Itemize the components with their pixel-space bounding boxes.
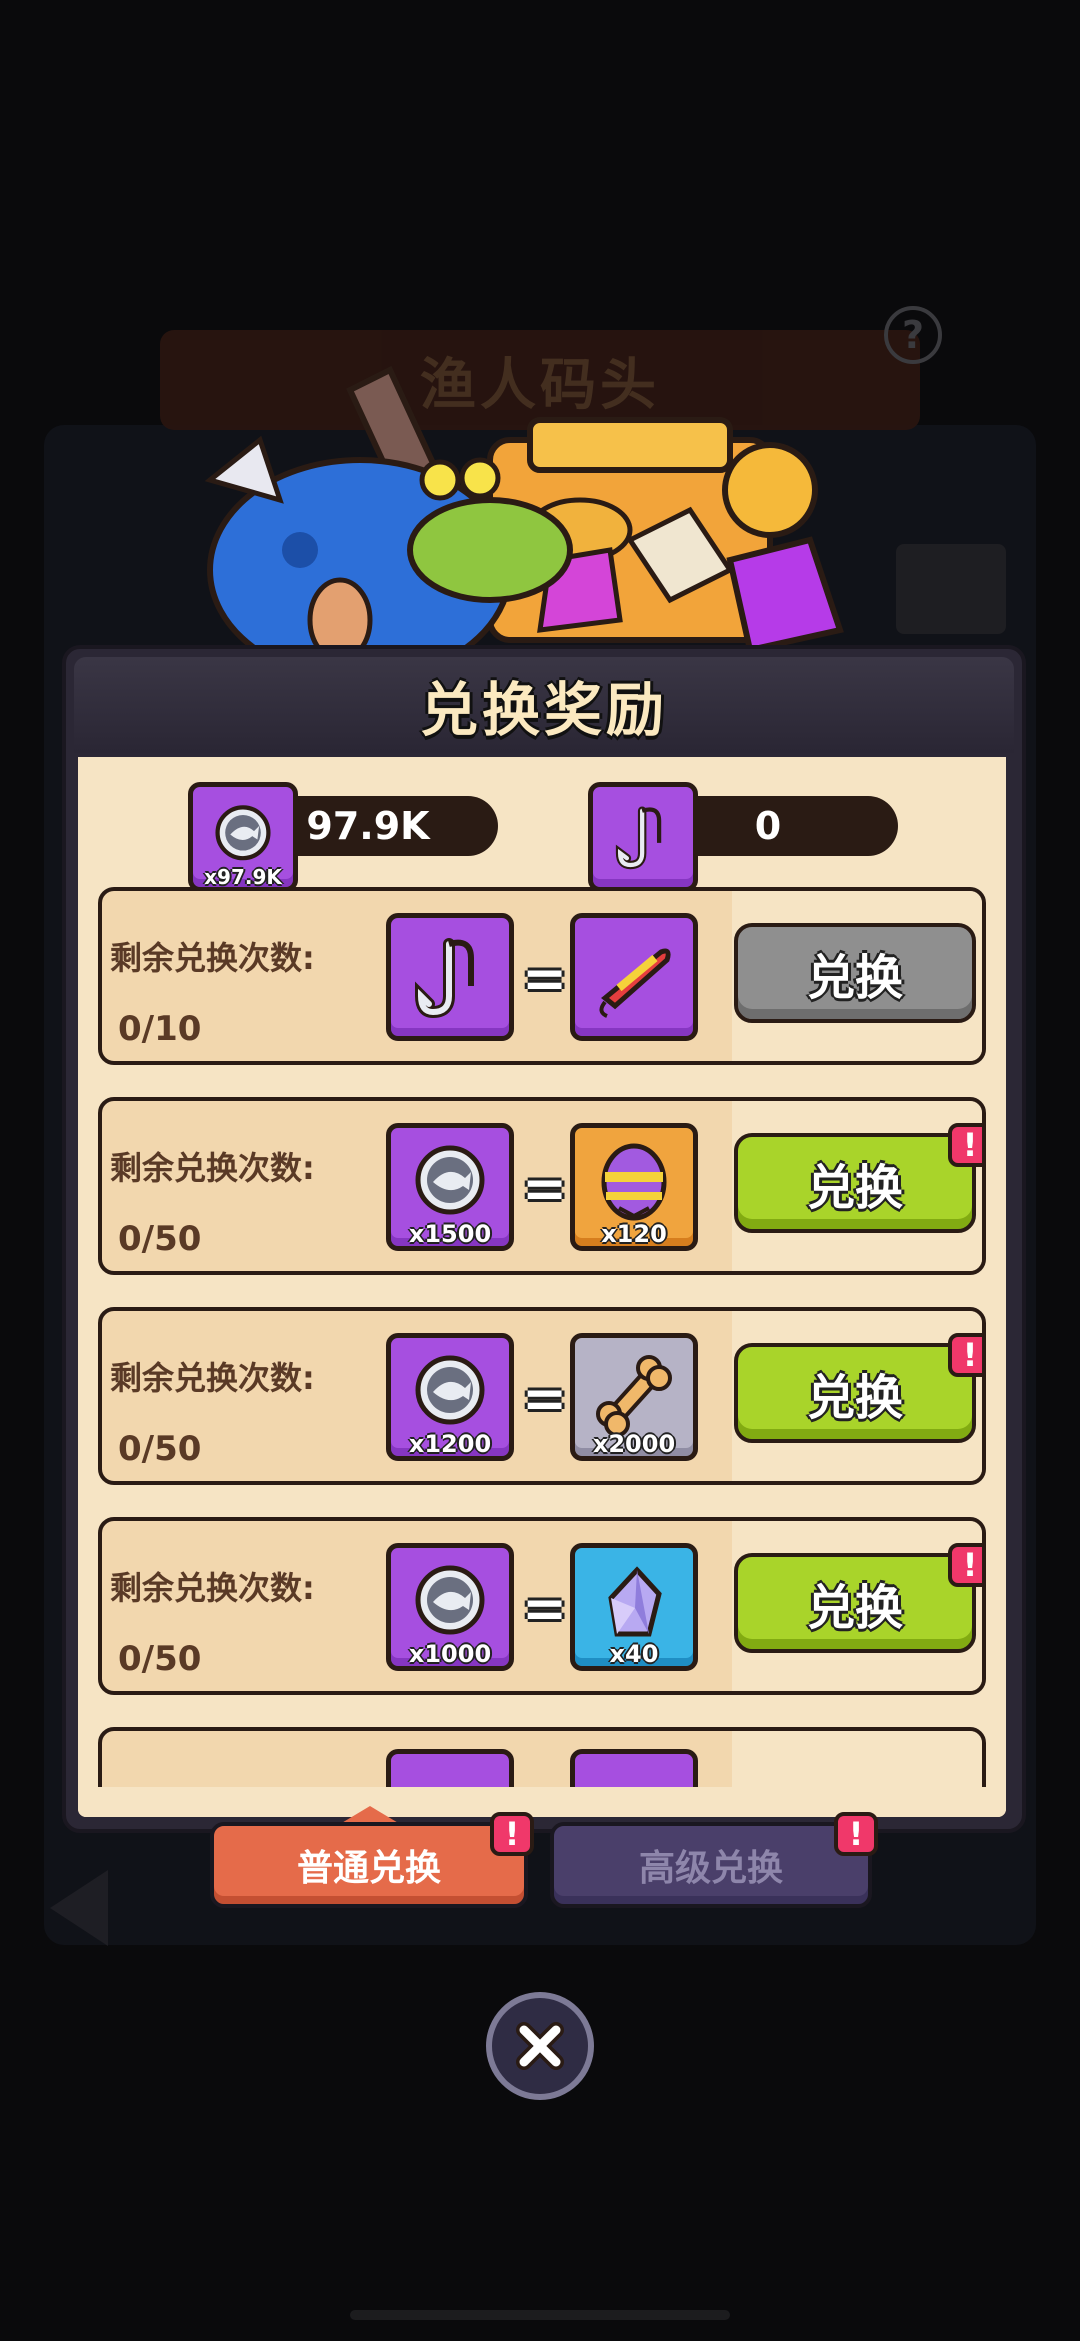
dialog-body: 97.9K x97.9K 0 剩余兑换次数: 0/10 = 兑换 剩余兑换次数:…	[78, 757, 1006, 1817]
treasure-illustration	[204, 365, 844, 660]
dialog-header: 兑换奖励	[74, 657, 1014, 753]
crystal-icon: x40	[570, 1543, 698, 1671]
fish-coin-icon: x1200	[386, 1333, 514, 1461]
striped-egg-icon: x120	[570, 1123, 698, 1251]
bone-icon: x2000	[570, 1333, 698, 1461]
exchange-dialog: 兑换奖励 97.9K x97.9K 0 剩余兑换次数: 0/10 = 兑换 剩余…	[62, 645, 1026, 1833]
alert-badge-icon: !	[490, 1812, 534, 1856]
tab-normal-exchange[interactable]: 普通兑换	[210, 1822, 528, 1908]
close-button[interactable]	[486, 1992, 594, 2100]
exchange-row-bone: 剩余兑换次数: 0/50 x1200 = x2000 兑换 !	[98, 1307, 986, 1485]
alert-badge-icon: !	[948, 1333, 982, 1377]
remaining-label: 剩余兑换次数:	[110, 1149, 315, 1187]
equals-sign: =	[522, 947, 568, 1010]
fishing-hook-icon	[588, 782, 698, 892]
fish-coin-icon: x97.9K	[188, 782, 298, 892]
fish-coin-icon: x1500	[386, 1123, 514, 1251]
cost-qty: x1500	[408, 1220, 492, 1248]
left-arrow-icon	[50, 1870, 108, 1946]
exchange-button[interactable]: 兑换	[734, 1553, 976, 1653]
help-icon: ?	[884, 306, 942, 364]
exchange-button[interactable]: 兑换	[734, 1343, 976, 1443]
fishing-lure-icon	[570, 913, 698, 1041]
exchange-row-egg: 剩余兑换次数: 0/50 x1500 = x120 兑换 !	[98, 1097, 986, 1275]
fishing-hook-icon	[386, 913, 514, 1041]
fish-coin-currency: 97.9K x97.9K	[188, 782, 508, 892]
close-icon	[516, 2022, 564, 2070]
hook-currency: 0	[588, 782, 908, 892]
alert-badge-icon: !	[834, 1812, 878, 1856]
exchange-row-crystal: 剩余兑换次数: 0/50 x1000 = x40 兑换 !	[98, 1517, 986, 1695]
dialog-title: 兑换奖励	[419, 676, 668, 744]
remaining-count: 0/50	[118, 1219, 202, 1259]
exchange-button-disabled[interactable]: 兑换	[734, 923, 976, 1023]
remaining-label: 剩余兑换次数:	[110, 1359, 315, 1397]
reward-qty: x2000	[592, 1430, 676, 1458]
fish-coin-badge-qty: x97.9K	[204, 865, 282, 889]
remaining-count: 0/10	[118, 1009, 202, 1049]
alert-badge-icon: !	[948, 1543, 982, 1587]
reward-qty: x120	[601, 1220, 667, 1248]
exchange-button[interactable]: 兑换	[734, 1133, 976, 1233]
remaining-count: 0/50	[118, 1639, 202, 1679]
remaining-count: 0/50	[118, 1429, 202, 1469]
remaining-label: 剩余兑换次数:	[110, 1569, 315, 1607]
cost-qty: x1000	[408, 1640, 492, 1668]
alert-badge-icon: !	[948, 1123, 982, 1167]
exchange-row-hook: 剩余兑换次数: 0/10 = 兑换	[98, 887, 986, 1065]
equals-sign: =	[522, 1157, 568, 1220]
remaining-label: 剩余兑换次数:	[110, 939, 315, 977]
tab-advanced-exchange[interactable]: 高级兑换	[550, 1822, 872, 1908]
fish-coin-icon: x1000	[386, 1543, 514, 1671]
equals-sign: =	[522, 1367, 568, 1430]
equals-sign: =	[522, 1577, 568, 1640]
home-indicator	[350, 2310, 730, 2320]
cost-qty: x1200	[408, 1430, 492, 1458]
reward-qty: x40	[609, 1640, 659, 1668]
